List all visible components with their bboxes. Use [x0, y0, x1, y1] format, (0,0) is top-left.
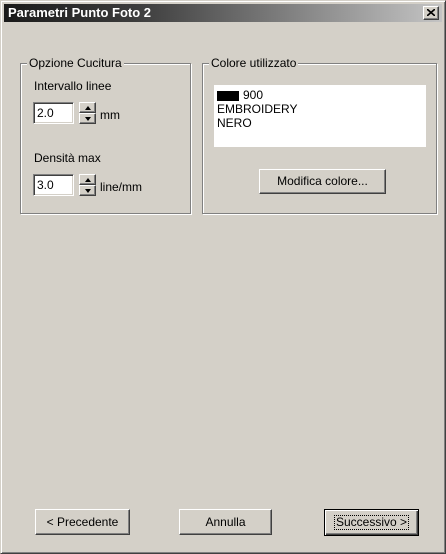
max-density-input[interactable]: 3.0: [33, 174, 74, 196]
line-interval-increment-button[interactable]: [79, 102, 96, 113]
line-interval-spinner: [79, 102, 96, 124]
max-density-spinner: [79, 174, 96, 196]
color-brand: EMBROIDERY: [217, 102, 298, 116]
line-interval-label: Intervallo linee: [34, 79, 112, 93]
color-name: NERO: [217, 116, 252, 130]
color-info-box: 900 EMBROIDERY NERO: [214, 85, 426, 147]
color-used-group: Colore utilizzato 900 EMBROIDERY NERO Mo…: [202, 56, 437, 214]
max-density-increment-button[interactable]: [79, 174, 96, 185]
next-button[interactable]: Successivo >: [324, 509, 419, 536]
arrow-down-icon: [85, 189, 91, 193]
stitch-options-group-title: Opzione Cucitura: [27, 56, 124, 70]
line-interval-value: 2.0: [37, 106, 54, 120]
modify-color-button[interactable]: Modifica colore...: [259, 169, 386, 194]
max-density-label: Densità max: [34, 151, 101, 165]
dialog-window: Parametri Punto Foto 2 Opzione Cucitura …: [0, 0, 446, 554]
arrow-down-icon: [85, 117, 91, 121]
line-interval-input[interactable]: 2.0: [33, 102, 74, 124]
close-icon: [427, 9, 435, 16]
close-button[interactable]: [423, 6, 439, 20]
max-density-unit: line/mm: [100, 180, 143, 194]
max-density-decrement-button[interactable]: [79, 185, 96, 196]
next-button-label: Successivo >: [333, 515, 410, 530]
max-density-value: 3.0: [37, 178, 54, 192]
stitch-options-group: Opzione Cucitura Intervallo linee 2.0 mm…: [20, 56, 191, 214]
window-title: Parametri Punto Foto 2: [8, 5, 152, 20]
arrow-up-icon: [85, 178, 91, 182]
color-swatch: [217, 91, 239, 101]
title-bar[interactable]: Parametri Punto Foto 2: [4, 4, 442, 22]
back-button[interactable]: < Precedente: [35, 509, 130, 535]
line-interval-decrement-button[interactable]: [79, 113, 96, 124]
color-used-group-title: Colore utilizzato: [209, 56, 299, 70]
arrow-up-icon: [85, 106, 91, 110]
line-interval-unit: mm: [100, 108, 120, 122]
color-code: 900: [243, 88, 264, 102]
cancel-button[interactable]: Annulla: [179, 509, 272, 535]
